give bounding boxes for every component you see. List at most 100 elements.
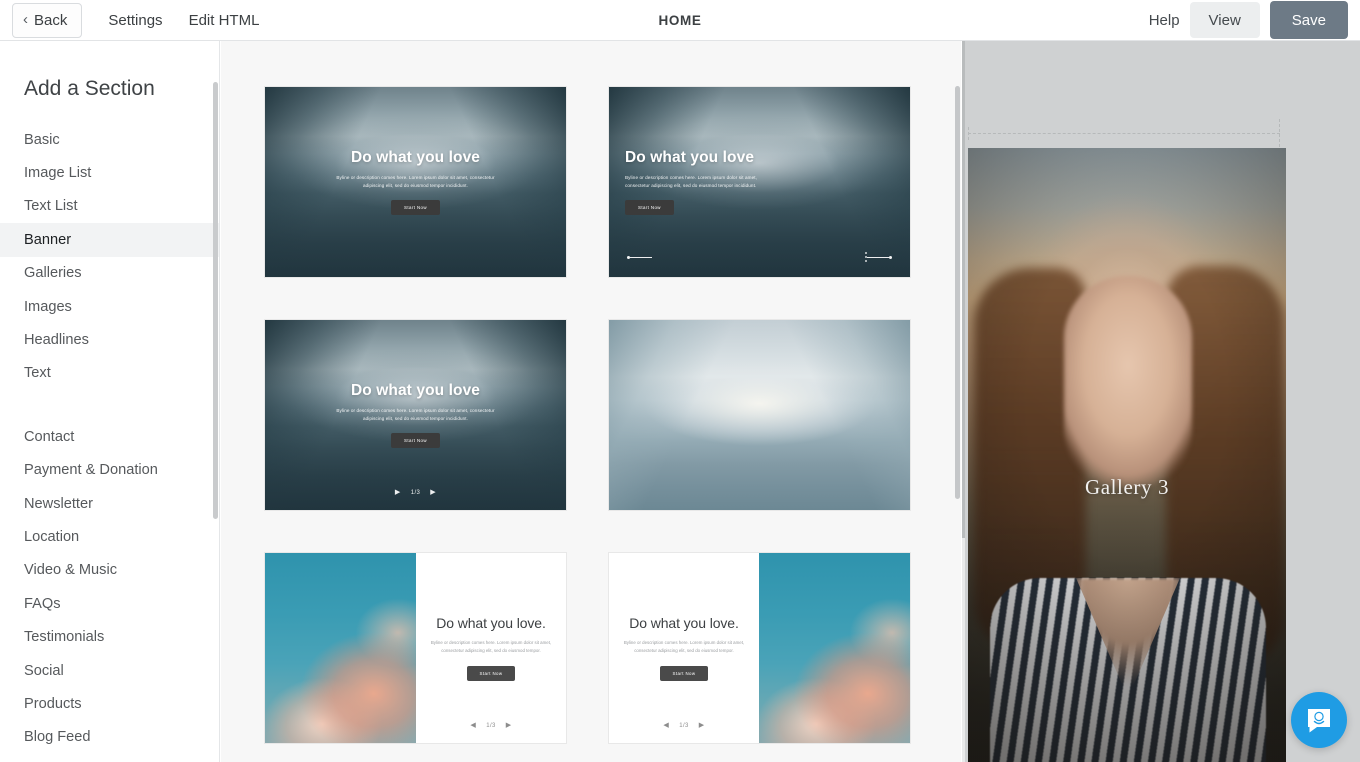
banner-body-text: Byline or description comes here. Lorem … — [625, 174, 757, 188]
sidebar-item-label: Blog Feed — [24, 729, 91, 746]
sidebar-item-video-music[interactable]: Video & Music — [0, 554, 219, 587]
sidebar-item-headlines[interactable]: Headlines — [0, 323, 219, 356]
template-thumbnail-image — [609, 320, 910, 510]
banner-heading: Do what you love — [625, 148, 755, 166]
arrow-left-icon[interactable] — [627, 255, 652, 259]
sidebar-item-payment-donation[interactable]: Payment & Donation — [0, 454, 219, 487]
sidebar-item-faqs[interactable]: FAQs — [0, 587, 219, 620]
sidebar-item-label: Products — [24, 695, 82, 712]
section-drop-zone-handle-left — [968, 127, 969, 140]
edit-html-link[interactable]: Edit HTML — [189, 12, 260, 29]
sidebar: Add a Section Basic Image List Text List… — [0, 41, 220, 762]
arrow-right-icon[interactable]: ▶ — [699, 722, 705, 729]
settings-link[interactable]: Settings — [108, 12, 162, 29]
banner-slide-controls — [609, 251, 910, 263]
arrow-left-icon[interactable]: ◀ — [663, 722, 669, 729]
photo-vignette — [968, 148, 1286, 762]
banner-pagination: ◀ 1/3 ▶ — [609, 722, 759, 729]
banner-pagination: ◀ 1/3 ▶ — [416, 722, 566, 729]
preview-gallery-image[interactable]: Gallery 3 — [968, 148, 1286, 762]
section-drop-zone[interactable] — [968, 133, 1280, 134]
sidebar-item-label: Text — [24, 365, 51, 382]
gallery-caption: Gallery 3 — [1084, 475, 1170, 499]
sidebar-item-galleries[interactable]: Galleries — [0, 257, 219, 290]
template-gallery-pane: Do what you love Byline or description c… — [221, 41, 961, 762]
back-button-label: Back — [34, 11, 68, 29]
sidebar-title: Add a Section — [24, 77, 155, 100]
arrow-right-icon[interactable]: ▶ — [506, 722, 512, 729]
sidebar-item-label: Video & Music — [24, 562, 118, 579]
section-drop-zone-handle-right — [1279, 119, 1280, 147]
arrow-left-icon[interactable]: ◀ — [470, 722, 476, 729]
sidebar-item-label: Contact — [24, 428, 75, 445]
banner-heading: Do what you love. — [629, 614, 739, 631]
sidebar-item-products[interactable]: Products — [0, 687, 219, 720]
pagination-counter: 1/3 — [486, 722, 496, 729]
sidebar-item-image-list[interactable]: Image List — [0, 156, 219, 189]
sidebar-item-blog-feed[interactable]: Blog Feed — [0, 721, 219, 754]
preview-scrollbar-track — [962, 41, 965, 762]
template-card-banner-left-dark-arrows[interactable]: Do what you love Byline or description c… — [608, 86, 911, 278]
banner-cta-button[interactable]: Start Now — [659, 666, 709, 682]
preview-scrollbar-thumb[interactable] — [962, 41, 965, 538]
sidebar-item-label: Testimonials — [24, 629, 105, 646]
help-link[interactable]: Help — [1149, 12, 1180, 29]
sidebar-item-label: Headlines — [24, 332, 89, 349]
gallery-scrollbar[interactable] — [955, 86, 960, 499]
sidebar-item-contact[interactable]: Contact — [0, 420, 219, 453]
banner-heading: Do what you love — [350, 381, 481, 399]
arrow-right-icon[interactable] — [863, 251, 892, 263]
banner-heading: Do what you love. — [436, 614, 546, 631]
template-card-banner-centered-dark[interactable]: Do what you love Byline or description c… — [264, 86, 567, 278]
arrow-left-icon[interactable]: ▶ — [395, 489, 401, 496]
save-button[interactable]: Save — [1269, 1, 1348, 39]
site-preview-pane: Gallery 3 — [962, 41, 1360, 762]
banner-body-text: Byline or description comes here. Lorem … — [430, 639, 552, 653]
template-thumbnail-image — [759, 553, 910, 743]
chat-bubble-icon — [1308, 709, 1330, 733]
banner-body-text: Byline or description comes here. Lorem … — [623, 639, 745, 653]
banner-cta-button[interactable]: Start Now — [625, 200, 674, 216]
sidebar-item-testimonials[interactable]: Testimonials — [0, 620, 219, 653]
banner-cta-button[interactable]: Start Now — [391, 200, 440, 216]
arrow-right-icon[interactable]: ▶ — [430, 489, 436, 496]
sidebar-item-label: Social — [24, 662, 64, 679]
sidebar-scrollbar[interactable] — [213, 82, 218, 519]
sidebar-item-text[interactable]: Text — [0, 357, 219, 390]
chevron-left-icon: ‹ — [23, 10, 28, 28]
template-card-banner-image-only[interactable] — [608, 319, 911, 511]
banner-overlay: Do what you love Byline or description c… — [265, 87, 566, 277]
sidebar-item-label: Basic — [24, 131, 60, 148]
banner-overlay: Do what you love Byline or description c… — [609, 87, 910, 277]
banner-body-text: Byline or description comes here. Lorem … — [336, 407, 495, 421]
view-button[interactable]: View — [1189, 2, 1260, 38]
sidebar-item-label: Payment & Donation — [24, 462, 158, 479]
sidebar-item-social[interactable]: Social — [0, 654, 219, 687]
chat-launcher-button[interactable] — [1291, 692, 1347, 748]
sidebar-item-label: Galleries — [24, 265, 82, 282]
banner-cta-button[interactable]: Start Now — [466, 666, 516, 682]
banner-split-layout: Do what you love. Byline or description … — [265, 553, 566, 743]
sidebar-divider-gap — [0, 390, 219, 420]
sidebar-item-banner[interactable]: Banner — [0, 223, 219, 257]
sidebar-item-label: Banner — [24, 231, 72, 248]
template-card-banner-centered-dark-pager[interactable]: Do what you love Byline or description c… — [264, 319, 567, 511]
sidebar-item-newsletter[interactable]: Newsletter — [0, 487, 219, 520]
banner-text-panel: Do what you love. Byline or description … — [609, 553, 759, 743]
template-thumbnail-image — [265, 553, 416, 743]
template-card-banner-split-image-right[interactable]: Do what you love. Byline or description … — [608, 552, 911, 744]
banner-split-layout: Do what you love. Byline or description … — [609, 553, 910, 743]
banner-text-panel: Do what you love. Byline or description … — [416, 553, 566, 743]
sidebar-item-images[interactable]: Images — [0, 290, 219, 323]
banner-cta-button[interactable]: Start Now — [391, 433, 440, 449]
sidebar-item-location[interactable]: Location — [0, 520, 219, 553]
sidebar-item-basic[interactable]: Basic — [0, 123, 219, 156]
pagination-counter: 1/3 — [410, 489, 421, 496]
sidebar-item-label: FAQs — [24, 595, 61, 612]
banner-overlay: Do what you love Byline or description c… — [265, 320, 566, 510]
top-toolbar-actions: Help View Save — [1149, 1, 1360, 39]
template-card-banner-split-image-left[interactable]: Do what you love. Byline or description … — [264, 552, 567, 744]
sidebar-item-text-list[interactable]: Text List — [0, 190, 219, 223]
sidebar-item-label: Location — [24, 528, 80, 545]
back-button[interactable]: ‹ Back — [12, 2, 83, 38]
